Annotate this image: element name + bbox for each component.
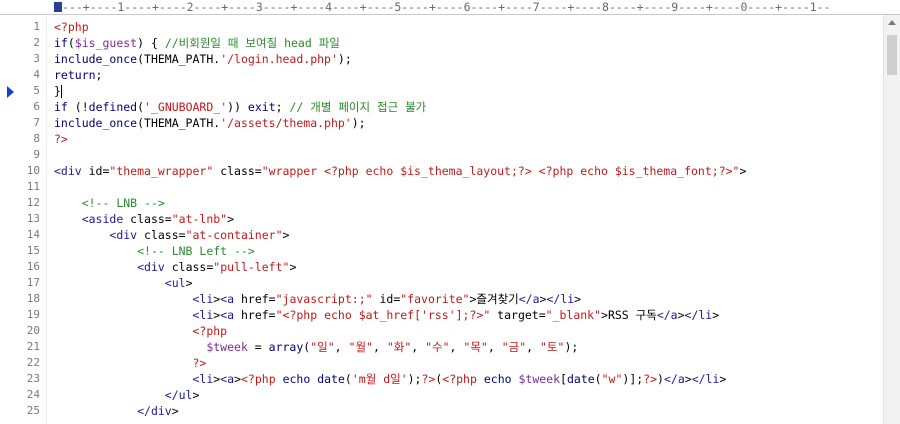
line-number: 21 — [26, 340, 40, 353]
code-text[interactable]: <div id="thema_wrapper" class="wrapper <… — [54, 163, 746, 179]
code-text[interactable]: <ul> — [54, 275, 193, 291]
line-number: 13 — [26, 212, 40, 225]
line-number: 17 — [26, 276, 40, 289]
code-line[interactable]: 1 <?php — [0, 19, 884, 35]
line-number: 25 — [26, 404, 40, 417]
code-line[interactable]: 16 <div class="pull-left"> — [0, 259, 884, 275]
code-text[interactable]: include_once(THEMA_PATH.'/assets/thema.p… — [54, 115, 366, 131]
ruler-scale: ---+----1----+----2----+----3----+----4-… — [62, 0, 831, 14]
line-number: 24 — [26, 388, 40, 401]
code-line[interactable]: 3 include_once(THEMA_PATH.'/login.head.ph… — [0, 51, 884, 67]
code-line[interactable]: 19 <li><a href="<?php echo $at_href['rss… — [0, 307, 884, 323]
code-text[interactable]: ?> — [54, 355, 206, 371]
scrollbar-thumb[interactable] — [887, 35, 897, 75]
line-number: 16 — [26, 260, 40, 273]
line-number: 22 — [26, 356, 40, 369]
code-text[interactable]: return; — [54, 67, 102, 83]
code-line[interactable]: 11 — [0, 179, 884, 195]
line-number: 3 — [33, 52, 40, 65]
vertical-scrollbar[interactable] — [883, 15, 900, 424]
code-text[interactable]: ?> — [54, 131, 68, 147]
line-number: 8 — [33, 132, 40, 145]
code-text[interactable]: <li><a href="<?php echo $at_href['rss'];… — [54, 307, 719, 323]
line-number: 7 — [33, 116, 40, 129]
code-text[interactable]: <li><a><?php echo date('m월 d일');?>(<?php… — [54, 371, 726, 387]
line-number: 15 — [26, 244, 40, 257]
code-line[interactable]: 18 <li><a href="javascript:;" id="favori… — [0, 291, 884, 307]
line-number: 6 — [33, 100, 40, 113]
code-line[interactable]: 25 </div> — [0, 403, 884, 419]
line-number: 23 — [26, 372, 40, 385]
code-line[interactable]: 12 <!-- LNB --> — [0, 195, 884, 211]
code-text[interactable]: <div class="pull-left"> — [54, 259, 296, 275]
code-text[interactable]: <?php — [54, 323, 227, 339]
column-ruler: ---+----1----+----2----+----3----+----4-… — [0, 0, 900, 15]
code-line[interactable]: 17 <ul> — [0, 275, 884, 291]
code-line[interactable]: 23 <li><a><?php echo date('m월 d일');?>(<?… — [0, 371, 884, 387]
line-number: 19 — [26, 308, 40, 321]
line-number: 18 — [26, 292, 40, 305]
code-text[interactable]: if (!defined('_GNUBOARD_')) exit; // 개별 … — [54, 99, 426, 115]
line-number: 5 — [33, 84, 40, 97]
code-text[interactable]: } — [54, 83, 62, 99]
code-line[interactable]: 2 if($is_guest) { //비회원일 때 보여질 head 파일 — [0, 35, 884, 51]
text-caret — [60, 85, 62, 98]
line-number: 10 — [26, 164, 40, 177]
code-line[interactable]: 14 <div class="at-container"> — [0, 227, 884, 243]
line-number: 4 — [33, 68, 40, 81]
code-text[interactable]: </ul> — [54, 387, 200, 403]
code-line[interactable]: 15 <!-- LNB Left --> — [0, 243, 884, 259]
code-line[interactable]: 10 <div id="thema_wrapper" class="wrapper… — [0, 163, 884, 179]
ruler-cursor-marker — [54, 2, 62, 12]
line-number: 9 — [33, 148, 40, 161]
code-text[interactable]: <!-- LNB --> — [54, 195, 165, 211]
code-text[interactable]: <!-- LNB Left --> — [54, 243, 255, 259]
line-number: 20 — [26, 324, 40, 337]
line-number: 12 — [26, 196, 40, 209]
code-line[interactable]: 24 </ul> — [0, 387, 884, 403]
code-line[interactable]: 21 $tweek = array("일", "월", "화", "수", "목… — [0, 339, 884, 355]
code-text[interactable]: if($is_guest) { //비회원일 때 보여질 head 파일 — [54, 35, 340, 51]
code-line[interactable]: 8 ?> — [0, 131, 884, 147]
code-text[interactable]: </div> — [54, 403, 179, 419]
code-line[interactable]: 4 return; — [0, 67, 884, 83]
code-line[interactable]: 7 include_once(THEMA_PATH.'/assets/thema.… — [0, 115, 884, 131]
line-number: 14 — [26, 228, 40, 241]
code-text[interactable]: <div class="at-container"> — [54, 227, 289, 243]
code-text[interactable]: include_once(THEMA_PATH.'/login.head.php… — [54, 51, 352, 67]
scroll-up-arrow-icon[interactable] — [888, 20, 896, 25]
code-text[interactable]: <aside class="at-lnb"> — [54, 211, 234, 227]
code-text[interactable]: $tweek = array("일", "월", "화", "수", "목", … — [54, 339, 578, 355]
code-text[interactable]: <?php — [54, 19, 89, 35]
line-number: 1 — [33, 20, 40, 33]
line-number: 11 — [26, 180, 40, 193]
code-line[interactable]: 5} — [0, 83, 884, 99]
line-number: 2 — [33, 36, 40, 49]
code-line[interactable]: 9 — [0, 147, 884, 163]
code-line[interactable]: 20 <?php — [0, 323, 884, 339]
code-line[interactable]: 13 <aside class="at-lnb"> — [0, 211, 884, 227]
code-line[interactable]: 22 ?> — [0, 355, 884, 371]
code-text[interactable]: <li><a href="javascript:;" id="favorite"… — [54, 291, 581, 307]
code-line[interactable]: 6 if (!defined('_GNUBOARD_')) exit; // 개별… — [0, 99, 884, 115]
